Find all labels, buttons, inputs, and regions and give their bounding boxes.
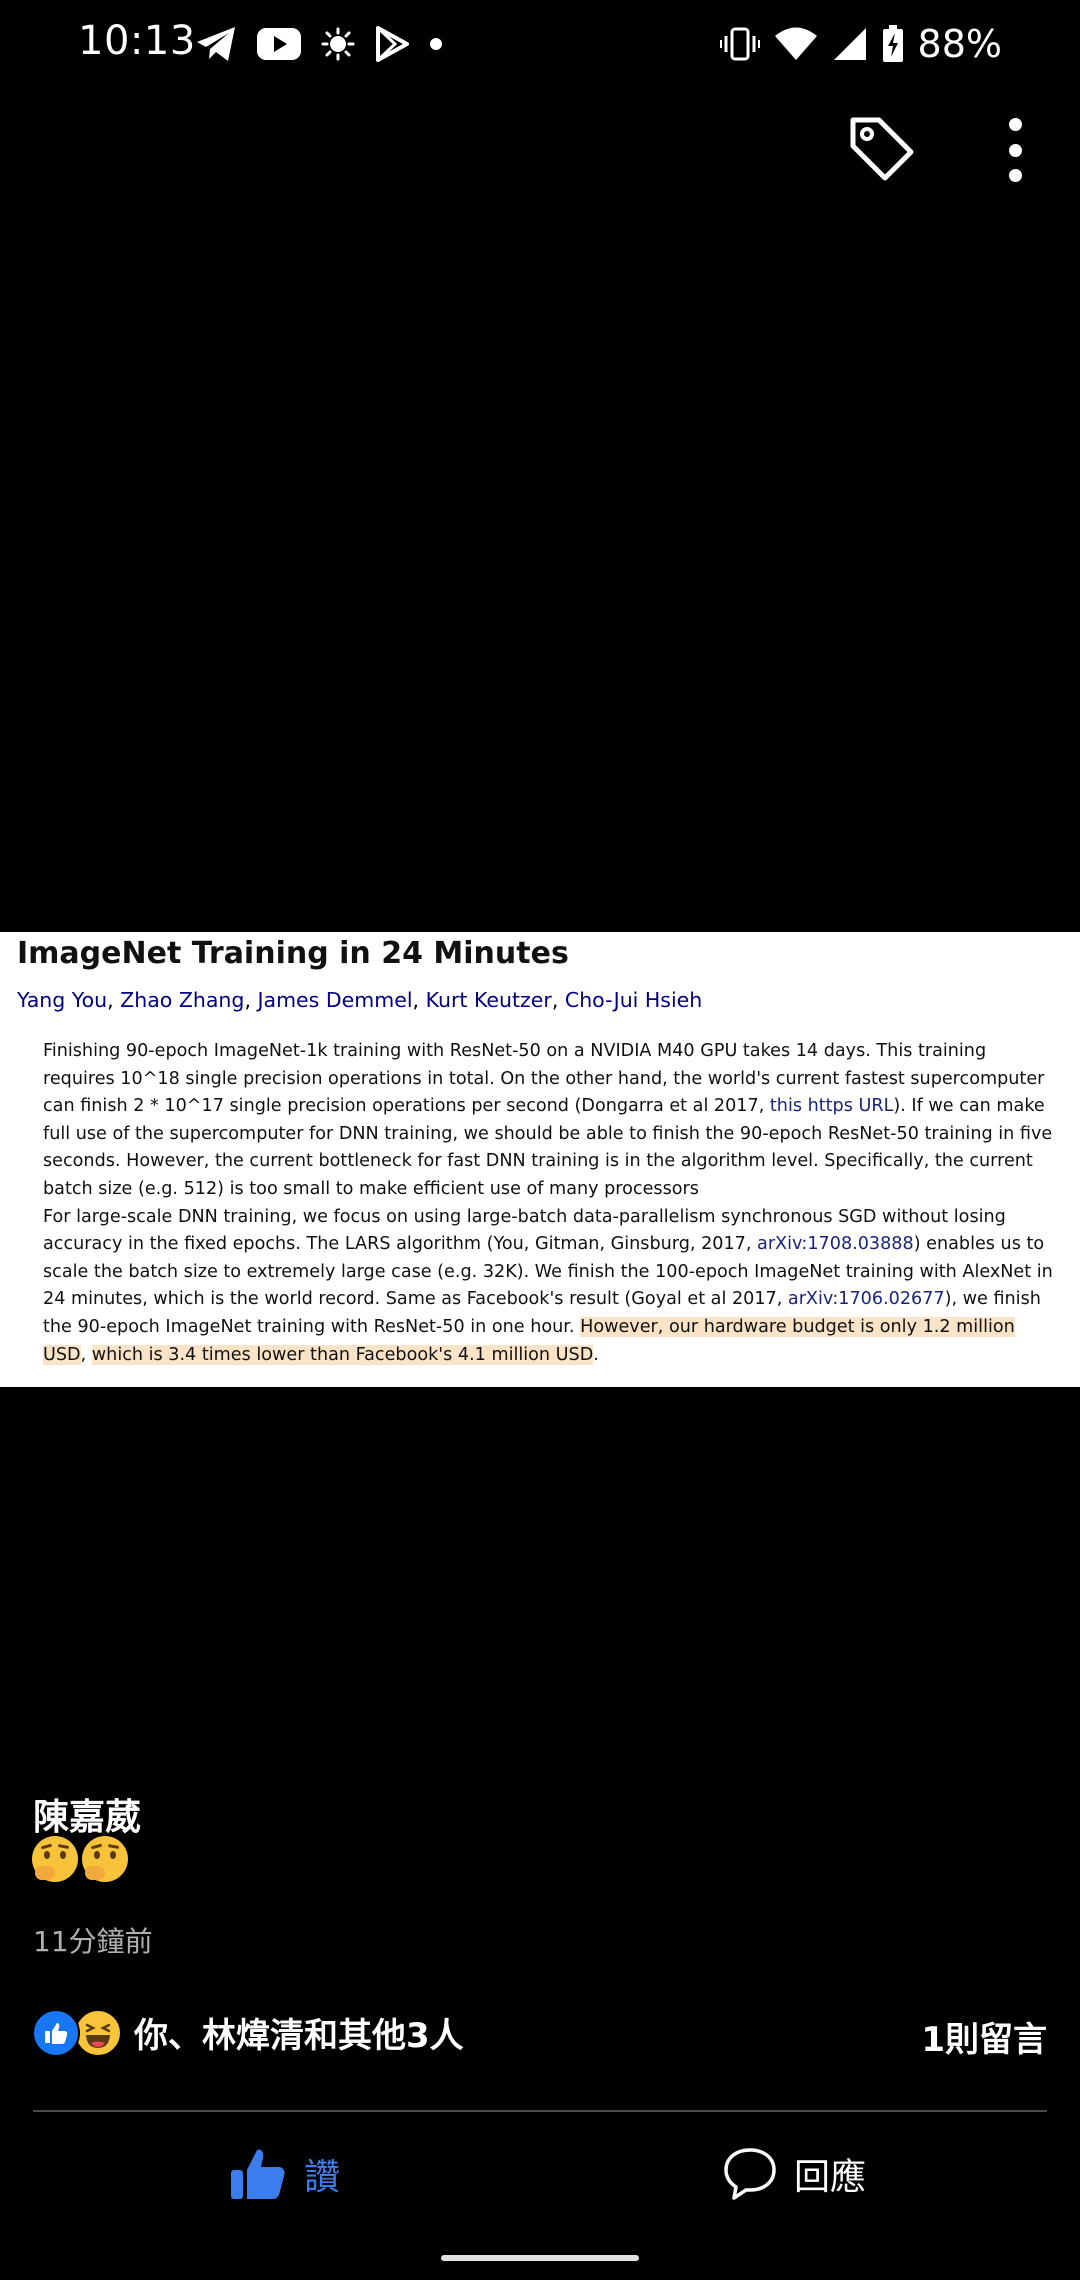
haha-reaction-icon <box>74 2008 122 2057</box>
play-store-icon <box>376 26 409 62</box>
more-options-button[interactable] <box>1000 118 1030 182</box>
author-link: Cho-Jui Hsieh <box>564 988 703 1012</box>
comment-count[interactable]: 1則留言 <box>921 2012 1047 2061</box>
thinking-face-icon <box>82 1836 128 1882</box>
author-link: Kurt Keutzer <box>425 988 552 1012</box>
thumbs-up-icon <box>231 2149 285 2199</box>
more-vert-icon <box>1008 118 1022 131</box>
home-indicator[interactable] <box>441 2255 639 2261</box>
post-caption-emojis <box>32 1836 128 1882</box>
system-icons: 88% <box>719 20 1002 68</box>
vibrate-icon <box>719 27 760 61</box>
wifi-icon <box>774 27 817 60</box>
author-link: Yang You <box>17 988 108 1012</box>
paper-title: ImageNet Training in 24 Minutes <box>17 936 569 971</box>
like-reaction-icon <box>32 2008 80 2057</box>
signal-icon <box>833 28 866 60</box>
abstract-link: arXiv:1706.02677 <box>787 1289 945 1310</box>
brightness-icon <box>321 27 355 61</box>
like-label: 讚 <box>304 2157 341 2198</box>
post-photo[interactable]: ImageNet Training in 24 Minutes Yang You… <box>0 932 1080 1387</box>
paper-abstract: Finishing 90-epoch ImageNet-1k training … <box>43 1038 1053 1369</box>
telegram-icon <box>197 27 235 61</box>
post-timestamp: 11分鐘前 <box>33 1925 153 1958</box>
thinking-face-icon <box>32 1836 78 1882</box>
battery-charging-icon <box>882 25 903 62</box>
dot-icon <box>430 38 442 50</box>
status-bar: 10:13 88% <box>0 0 1080 88</box>
abstract-paragraph: Finishing 90-epoch ImageNet-1k training … <box>43 1041 1053 1199</box>
comment-icon <box>724 2148 776 2200</box>
youtube-icon <box>257 28 301 60</box>
abstract-link: arXiv:1708.03888 <box>757 1234 914 1255</box>
author-link: Zhao Zhang <box>120 988 245 1012</box>
tag-button[interactable] <box>845 112 917 184</box>
post-author-name[interactable]: 陳嘉葳 <box>33 1788 141 1840</box>
comment-label: 回應 <box>794 2157 867 2198</box>
highlighted-text: which is 3.4 times lower than Facebook's… <box>91 1344 594 1365</box>
abstract-link: this https URL <box>769 1096 894 1117</box>
divider <box>33 2110 1047 2112</box>
battery-percent: 88% <box>917 22 1002 66</box>
reactions-summary[interactable]: 你、林煒清和其他3人 <box>32 2008 464 2057</box>
comment-button[interactable]: 回應 <box>722 2146 866 2202</box>
paper-authors: Yang You, Zhao Zhang, James Demmel, Kurt… <box>17 988 703 1012</box>
like-button[interactable]: 讚 <box>228 2146 340 2202</box>
notification-icons <box>195 22 443 66</box>
author-link: James Demmel <box>257 988 413 1012</box>
abstract-paragraph: For large-scale DNN training, we focus o… <box>43 1206 1053 1365</box>
reactions-text: 你、林煒清和其他3人 <box>134 2016 464 2056</box>
tag-icon <box>850 117 914 181</box>
status-time: 10:13 <box>78 18 196 64</box>
